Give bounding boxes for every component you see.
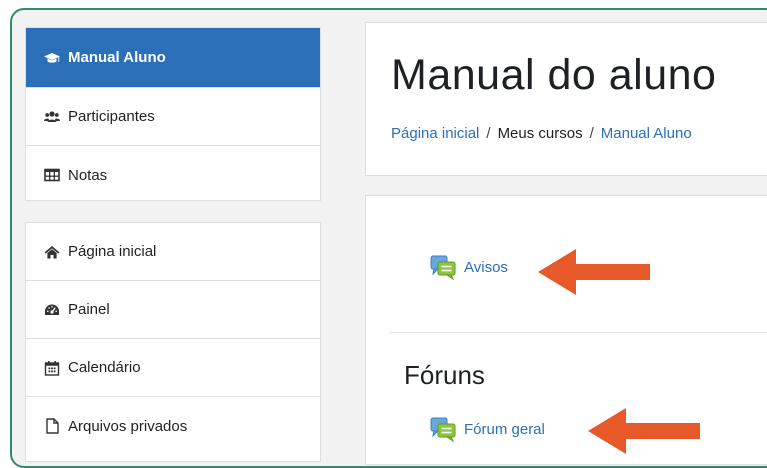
table-icon <box>44 167 60 183</box>
forum-icon <box>430 255 456 280</box>
course-content: Avisos Fóruns Fórum geral <box>365 195 767 465</box>
announcements-link: Avisos <box>464 258 508 276</box>
nav-item-label: Página inicial <box>68 243 157 260</box>
calendar-icon <box>44 360 60 376</box>
breadcrumb-separator: / <box>486 125 491 142</box>
nav-item-manual-aluno[interactable]: Manual Aluno <box>26 28 320 88</box>
nav-item-label: Participantes <box>68 108 155 125</box>
general-forum-activity[interactable]: Fórum geral <box>430 416 545 442</box>
breadcrumb-separator: / <box>589 125 594 142</box>
general-forum-link: Fórum geral <box>464 420 545 438</box>
section-divider <box>390 332 767 333</box>
dashboard-icon <box>44 302 60 318</box>
breadcrumb-course-link[interactable]: Manual Aluno <box>601 125 692 142</box>
nav-item-label: Calendário <box>68 359 141 376</box>
graduation-cap-icon <box>44 50 60 66</box>
arrow-pointer-icon <box>538 249 650 295</box>
breadcrumb-home-link[interactable]: Página inicial <box>391 125 479 142</box>
nav-item-label: Notas <box>68 166 108 184</box>
users-icon <box>44 109 60 125</box>
home-icon <box>44 244 60 260</box>
page-header: Manual do aluno Página inicial / Meus curs… <box>365 22 767 176</box>
nav-item-label: Arquivos privados <box>68 417 188 435</box>
forum-icon <box>430 417 456 442</box>
nav-item-painel[interactable]: Painel <box>26 281 320 339</box>
arrow-pointer-icon <box>588 408 700 454</box>
nav-item-pagina-inicial[interactable]: Página inicial <box>26 223 320 281</box>
nav-item-arquivos-privados[interactable]: Arquivos privados <box>26 397 320 455</box>
site-navigation: Página inicial Painel Calendário Arquivo… <box>25 222 321 462</box>
nav-item-label: Painel <box>68 301 110 318</box>
nav-item-label: Manual Aluno <box>68 49 166 66</box>
forums-section-title: Fóruns <box>404 360 485 390</box>
page-title: Manual do aluno <box>391 51 717 99</box>
nav-item-notas[interactable]: Notas <box>26 146 320 204</box>
announcements-activity[interactable]: Avisos <box>430 254 508 280</box>
file-icon <box>44 418 60 434</box>
breadcrumb-my-courses: Meus cursos <box>497 125 583 142</box>
course-navigation: Manual Aluno Participantes Notas <box>25 27 321 201</box>
breadcrumb: Página inicial / Meus cursos / Manual Aluno <box>391 125 692 142</box>
nav-item-calendario[interactable]: Calendário <box>26 339 320 397</box>
nav-item-participantes[interactable]: Participantes <box>26 88 320 146</box>
